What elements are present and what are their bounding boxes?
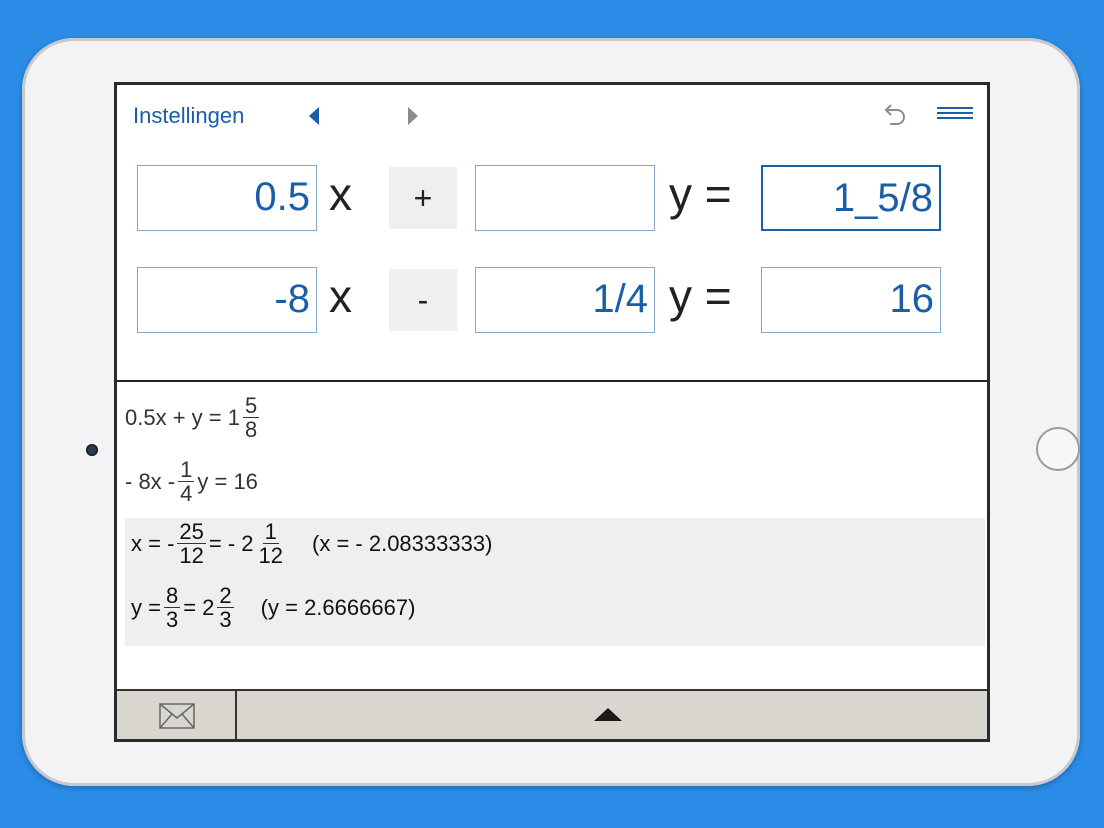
menu-icon[interactable] (937, 107, 973, 123)
fraction: 1 4 (178, 457, 195, 507)
result-equation-1: 0.5x + y = 1 5 8 (125, 393, 260, 443)
mail-button[interactable] (117, 691, 237, 739)
envelope-icon (159, 703, 195, 729)
fraction: 8 3 (163, 583, 181, 633)
solution-block: x = - 25 12 = - 2 1 12 (x = - 2.08333333… (125, 518, 985, 646)
undo-icon[interactable] (881, 101, 909, 129)
eq2-coefficient-x-field[interactable]: -8 (137, 267, 317, 333)
eq1-coefficient-x-field[interactable]: 0.5 (137, 165, 317, 231)
triangle-right-icon[interactable] (408, 107, 418, 125)
eq1-operator-button[interactable]: + (389, 167, 457, 229)
eq2-constant-field[interactable]: 16 (761, 267, 941, 333)
results-panel: 0.5x + y = 1 5 8 - 8x - 1 4 y = 16 x = -… (117, 382, 987, 700)
eq2-operator-button[interactable]: - (389, 269, 457, 331)
settings-link[interactable]: Instellingen (133, 103, 244, 129)
fraction: 2 3 (217, 583, 234, 633)
expand-panel-button[interactable] (238, 691, 987, 739)
bottom-toolbar (117, 689, 987, 739)
y-solution: y = 8 3 = 2 2 3 (y = 2.6666667) (131, 583, 416, 633)
eq1-x-label: x (329, 168, 352, 220)
eq1-y-label: y = (669, 168, 732, 220)
fraction: 25 12 (177, 519, 206, 569)
x-solution: x = - 25 12 = - 2 1 12 (x = - 2.08333333… (131, 519, 493, 569)
home-button[interactable] (1036, 427, 1080, 471)
fraction: 5 8 (242, 393, 260, 443)
camera (86, 444, 98, 456)
fraction: 1 12 (258, 519, 284, 569)
eq1-coefficient-y-field[interactable] (475, 165, 655, 231)
eq2-x-label: x (329, 270, 352, 322)
triangle-left-icon[interactable] (309, 107, 319, 125)
app-screen: Instellingen 0.5 x + y = 1_5/8 -8 x - 1/… (114, 82, 990, 742)
result-equation-2: - 8x - 1 4 y = 16 (125, 457, 258, 507)
eq2-y-label: y = (669, 270, 732, 322)
eq1-constant-field[interactable]: 1_5/8 (761, 165, 941, 231)
triangle-up-icon (594, 708, 622, 721)
eq2-coefficient-y-field[interactable]: 1/4 (475, 267, 655, 333)
